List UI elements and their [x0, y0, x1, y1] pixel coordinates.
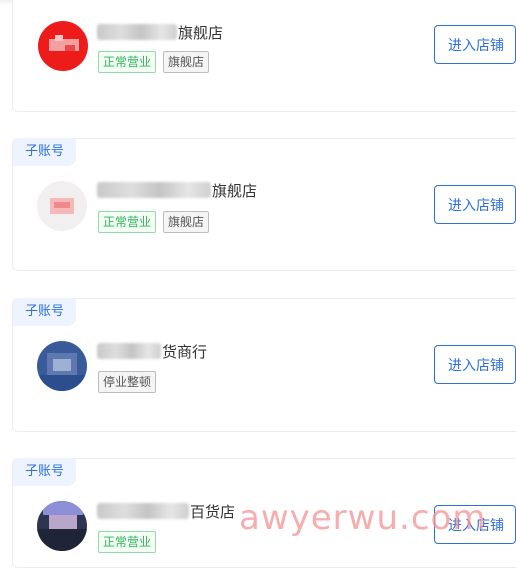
store-name-row: 百货店: [97, 500, 235, 522]
sub-account-tag: 子账号: [13, 458, 77, 486]
status-badge: 正常营业: [98, 531, 157, 553]
sub-account-tag: 子账号: [13, 138, 77, 166]
type-badge: 旗舰店: [163, 211, 210, 233]
enter-store-button[interactable]: 进入店铺: [434, 25, 516, 64]
store-badges: 正常营业 旗舰店: [98, 51, 210, 73]
masked-text: [97, 24, 177, 40]
store-name: 旗舰店: [212, 181, 258, 200]
masked-text: [97, 503, 189, 519]
status-badge: 正常营业: [98, 211, 157, 233]
status-badge: 正常营业: [98, 51, 157, 73]
store-name-row: 货商行: [97, 340, 207, 362]
masked-text: [97, 343, 161, 359]
enter-store-button[interactable]: 进入店铺: [434, 185, 516, 224]
store-avatar: [37, 181, 87, 231]
sub-account-tag: 子账号: [13, 298, 77, 326]
store-avatar: [37, 341, 87, 391]
store-badges: 正常营业 旗舰店: [98, 211, 210, 233]
store-name-row: 旗舰店: [97, 21, 223, 43]
enter-store-button[interactable]: 进入店铺: [434, 345, 516, 384]
enter-store-button[interactable]: 进入店铺: [434, 505, 516, 544]
type-badge: 旗舰店: [163, 51, 210, 73]
store-avatar: [38, 21, 88, 71]
store-badges: 停业整顿: [98, 371, 157, 393]
store-name: 旗舰店: [178, 23, 224, 42]
masked-text: [97, 182, 211, 198]
store-badges: 正常营业: [98, 531, 157, 553]
status-badge: 停业整顿: [98, 371, 157, 393]
store-avatar: [37, 501, 87, 551]
store-name: 货商行: [162, 342, 208, 361]
store-name: 百货店: [190, 502, 236, 521]
store-name-row: 旗舰店: [97, 179, 257, 201]
